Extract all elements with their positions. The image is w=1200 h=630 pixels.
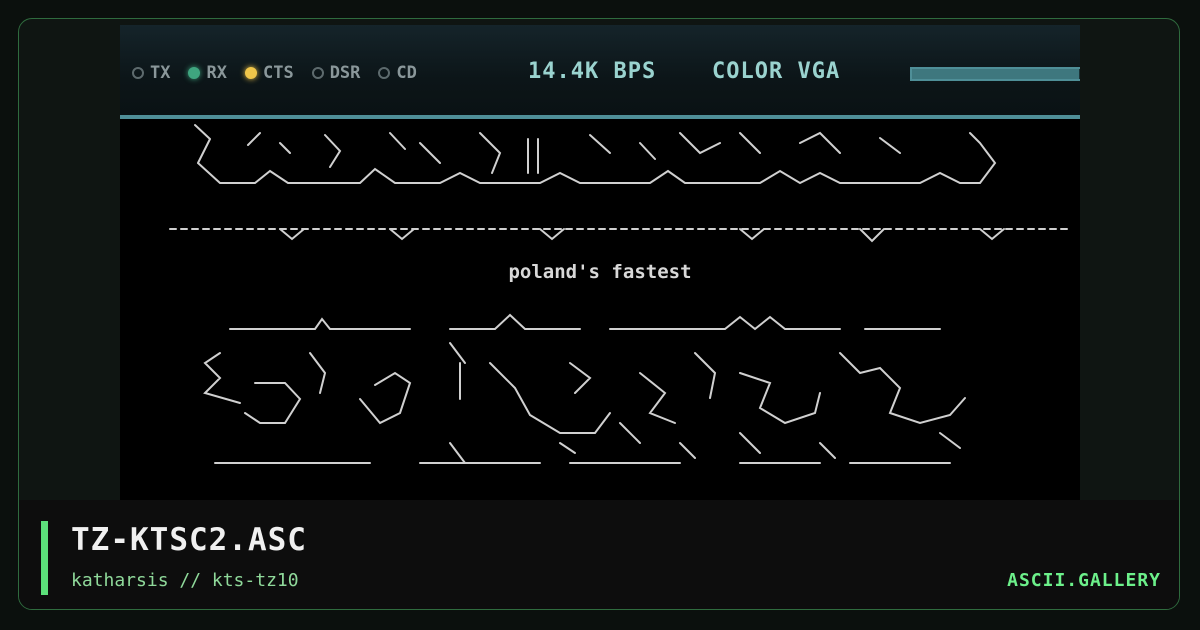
indicator-label: TX (150, 63, 171, 83)
modem-indicators: TX RX CTS DSR CD (132, 63, 417, 83)
file-title: TZ-KTSC2.ASC (71, 522, 307, 558)
indicator-cts: CTS (244, 63, 294, 83)
led-icon (378, 67, 391, 79)
info-panel: TZ-KTSC2.ASC katharsis // kts-tz10 ASCII… (19, 500, 1179, 609)
led-icon (188, 67, 201, 79)
baud-rate: 14.4K BPS (528, 59, 657, 84)
indicator-label: CD (396, 63, 417, 83)
indicator-label: DSR (329, 63, 361, 83)
indicator-tx: TX (132, 63, 170, 83)
modem-status-bar: TX RX CTS DSR CD 14.4K BPS COLOR VGA (120, 25, 1080, 119)
video-mode: COLOR VGA (712, 59, 841, 84)
card-frame: TX RX CTS DSR CD 14.4K BPS COLOR VGA pol… (18, 18, 1180, 610)
accent-bar (41, 521, 48, 595)
ascii-art-bottom-logo (203, 313, 966, 464)
led-icon (244, 67, 257, 79)
site-brand[interactable]: ASCII.GALLERY (1007, 570, 1161, 591)
led-icon (132, 67, 144, 79)
indicator-label: RX (206, 63, 227, 83)
indicator-label: CTS (262, 63, 294, 83)
ascii-art-top-logo (194, 124, 997, 185)
file-subtitle: katharsis // kts-tz10 (71, 570, 299, 591)
indicator-dsr: DSR (311, 63, 361, 83)
indicator-cd: CD (378, 63, 417, 83)
transfer-progress-fill (912, 69, 1080, 79)
indicator-rx: RX (188, 63, 227, 83)
ascii-art-logo (169, 124, 1071, 464)
transfer-progress (910, 67, 1080, 81)
ascii-tagline: poland's fastest (508, 261, 692, 283)
led-icon (311, 67, 324, 79)
terminal-screen: TX RX CTS DSR CD 14.4K BPS COLOR VGA pol… (120, 25, 1080, 505)
